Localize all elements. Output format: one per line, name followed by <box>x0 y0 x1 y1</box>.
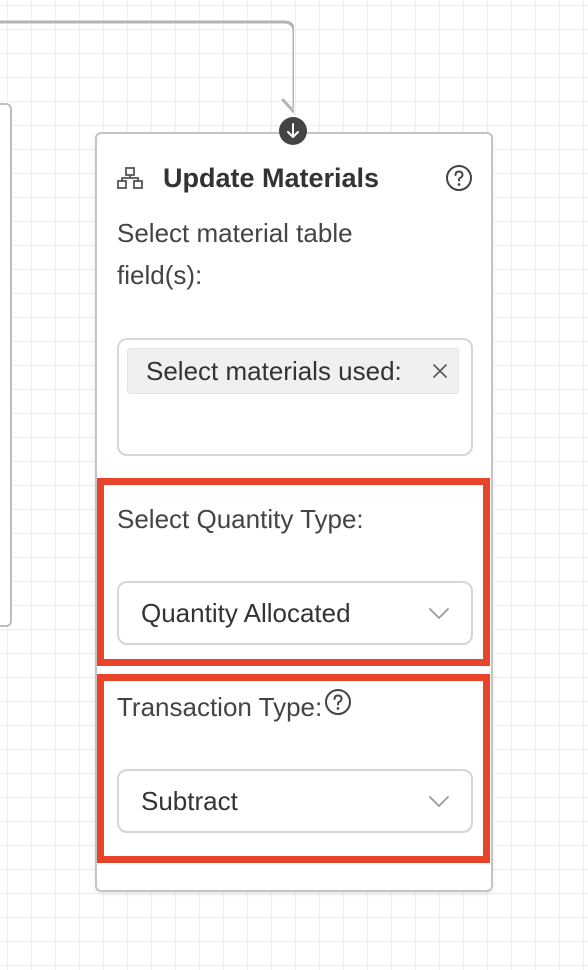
node-header: Update Materials <box>117 160 473 196</box>
help-icon[interactable] <box>445 164 473 192</box>
arrow-down-icon <box>287 123 299 138</box>
update-materials-node[interactable]: Update Materials Select material table f… <box>95 132 493 892</box>
chevron-down-icon <box>429 796 449 807</box>
previous-node[interactable] <box>0 103 12 627</box>
transaction-type-select[interactable]: Subtract <box>117 769 473 833</box>
quantity-type-label: Select Quantity Type: <box>117 504 364 534</box>
quantity-type-value: Quantity Allocated <box>141 597 351 628</box>
input-handle[interactable] <box>279 117 307 145</box>
quantity-type-select[interactable]: Quantity Allocated <box>117 581 473 645</box>
transaction-type-label-row: Transaction Type: <box>117 686 352 728</box>
node-title: Update Materials <box>163 162 380 193</box>
close-icon[interactable] <box>422 349 458 393</box>
help-icon[interactable] <box>324 686 352 728</box>
transaction-type-label: Transaction Type: <box>117 692 323 722</box>
tag-label: Select materials used: <box>146 355 402 386</box>
materials-field-label: Select material table field(s): <box>117 218 353 290</box>
hierarchy-icon <box>117 165 143 191</box>
selected-material-tag: Select materials used: <box>127 348 459 394</box>
chevron-down-icon <box>429 608 449 619</box>
connector-line <box>0 20 294 114</box>
materials-multi-select[interactable]: Select materials used: <box>117 338 473 456</box>
transaction-type-value: Subtract <box>141 785 238 816</box>
